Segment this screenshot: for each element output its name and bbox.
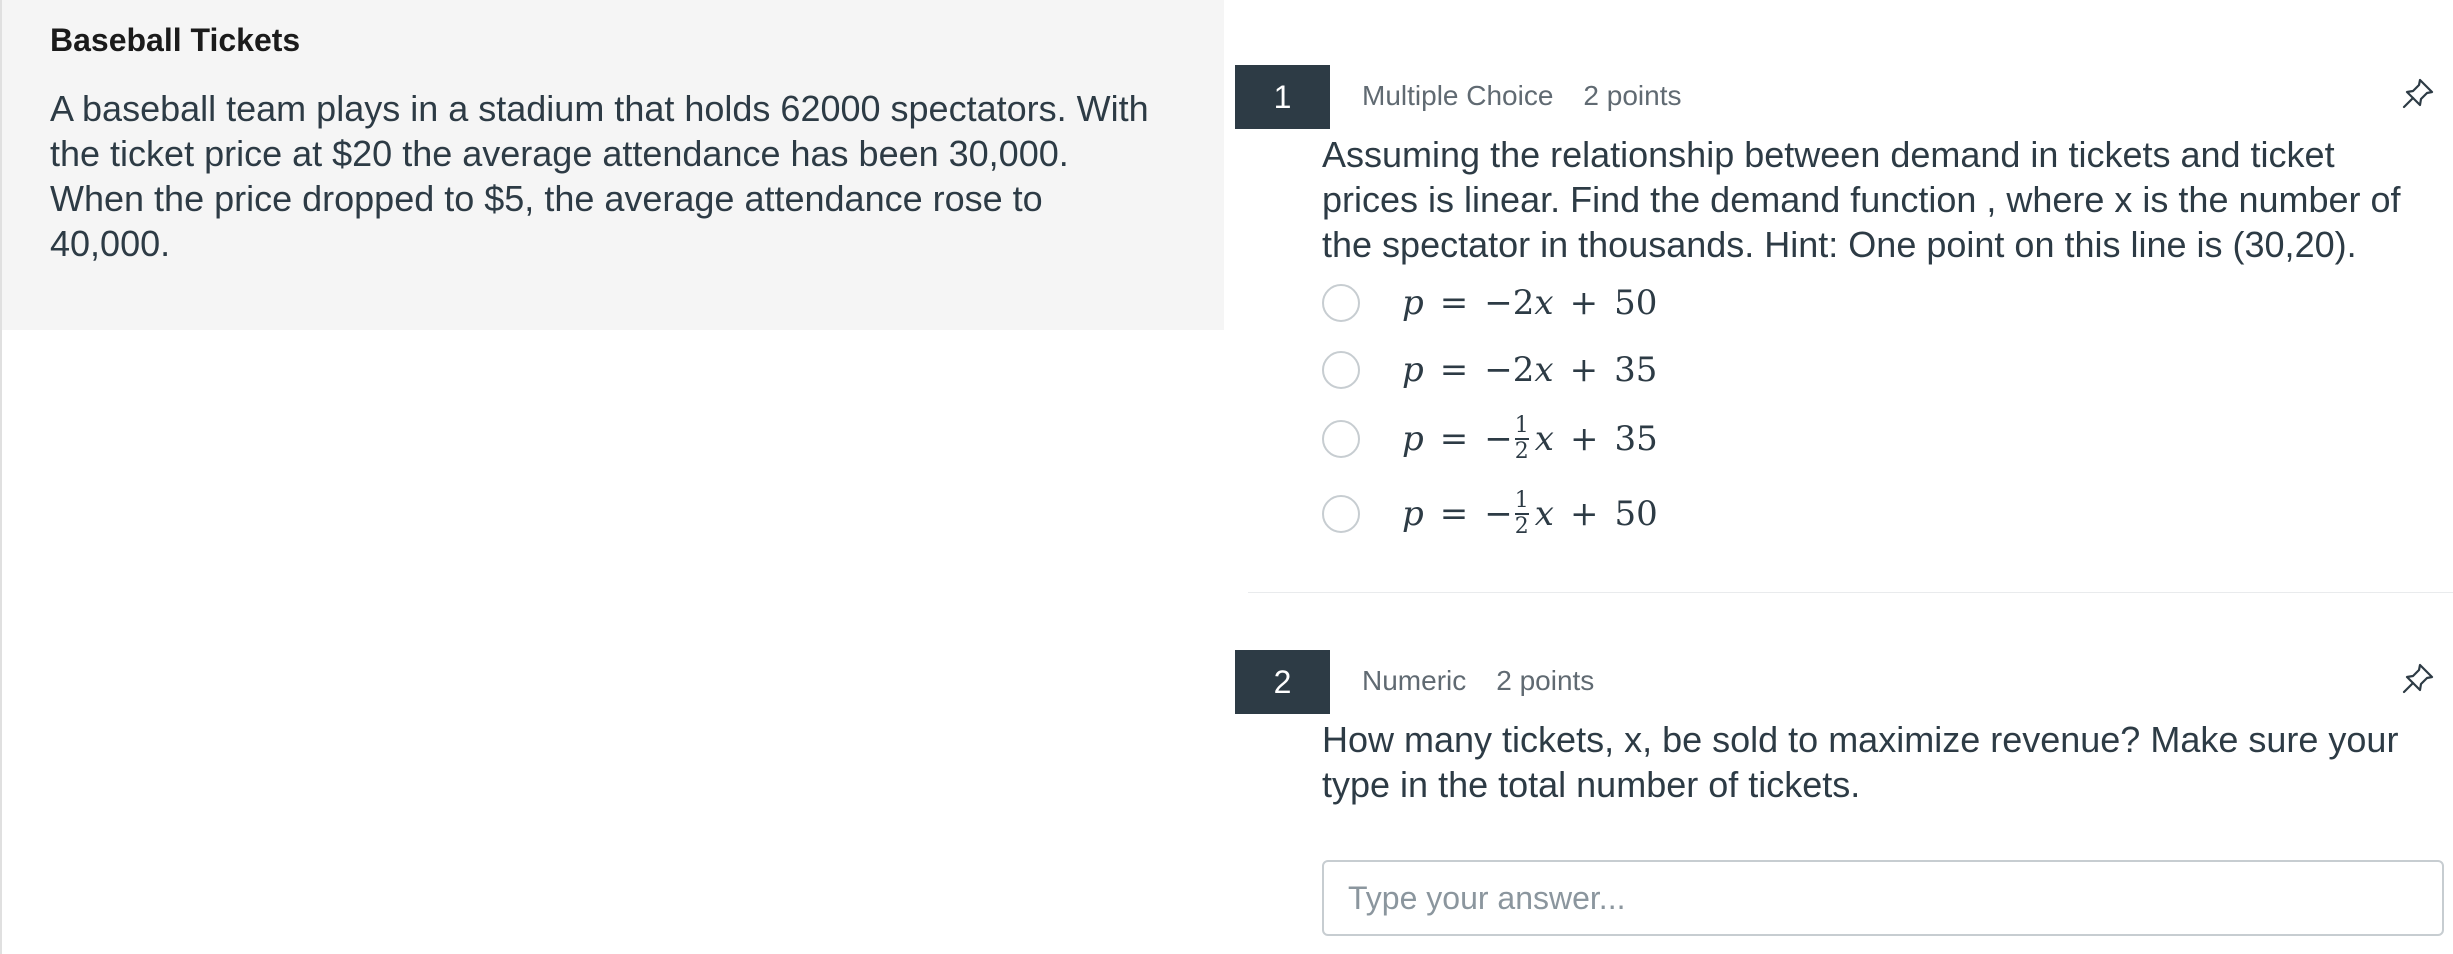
- option-math: p = − 1 2 x +35: [1402, 413, 1658, 464]
- passage-line: When the price dropped to $5, the averag…: [50, 178, 1043, 219]
- question-1-points: 2 points: [1583, 80, 1682, 111]
- question-1-type: Multiple Choice: [1362, 80, 1554, 111]
- question-line: type in the total number of tickets.: [1322, 764, 1861, 805]
- question-line: prices is linear. Find the demand functi…: [1322, 179, 2401, 220]
- pin-icon[interactable]: [2400, 76, 2436, 112]
- question-2-type: Numeric: [1362, 665, 1467, 696]
- radio-button[interactable]: [1322, 420, 1360, 458]
- passage-title: Baseball Tickets: [50, 22, 301, 58]
- answer-input[interactable]: [1322, 860, 2444, 936]
- question-2-points: 2 points: [1496, 665, 1595, 696]
- passage-body: A baseball team plays in a stadium that …: [50, 86, 1190, 266]
- question-2-number: 2: [1235, 650, 1330, 714]
- answer-option-1[interactable]: p = −2 x +50: [1322, 278, 1657, 328]
- question-divider: [1248, 592, 2453, 593]
- question-1-number: 1: [1235, 65, 1330, 129]
- passage-line: A baseball team plays in a stadium that …: [50, 88, 1149, 129]
- option-math: p = −2 x +50: [1402, 283, 1658, 323]
- question-1-meta: Multiple Choice 2 points: [1362, 80, 1682, 112]
- question-line: Assuming the relationship between demand…: [1322, 134, 2335, 175]
- passage-line: the ticket price at $20 the average atte…: [50, 133, 1069, 174]
- passage-line: 40,000.: [50, 223, 171, 264]
- question-line: the spectator in thousands. Hint: One po…: [1322, 224, 2357, 265]
- answer-option-2[interactable]: p = −2 x +35: [1322, 345, 1657, 395]
- radio-button[interactable]: [1322, 495, 1360, 533]
- option-math: p = −2 x +35: [1402, 350, 1658, 390]
- radio-button[interactable]: [1322, 351, 1360, 389]
- question-line: How many tickets, x, be sold to maximize…: [1322, 719, 2399, 760]
- answer-option-3[interactable]: p = − 1 2 x +35: [1322, 414, 1658, 464]
- answer-option-4[interactable]: p = − 1 2 x +50: [1322, 489, 1658, 539]
- question-1-text: Assuming the relationship between demand…: [1322, 132, 2432, 267]
- question-2-meta: Numeric 2 points: [1362, 665, 1594, 697]
- question-2-text: How many tickets, x, be sold to maximize…: [1322, 717, 2432, 807]
- left-border: [0, 0, 2, 954]
- pin-icon[interactable]: [2400, 661, 2436, 697]
- fraction: 12: [1514, 413, 1529, 464]
- option-math: p = − 1 2 x +50: [1402, 488, 1658, 539]
- fraction: 12: [1514, 488, 1529, 539]
- radio-button[interactable]: [1322, 284, 1360, 322]
